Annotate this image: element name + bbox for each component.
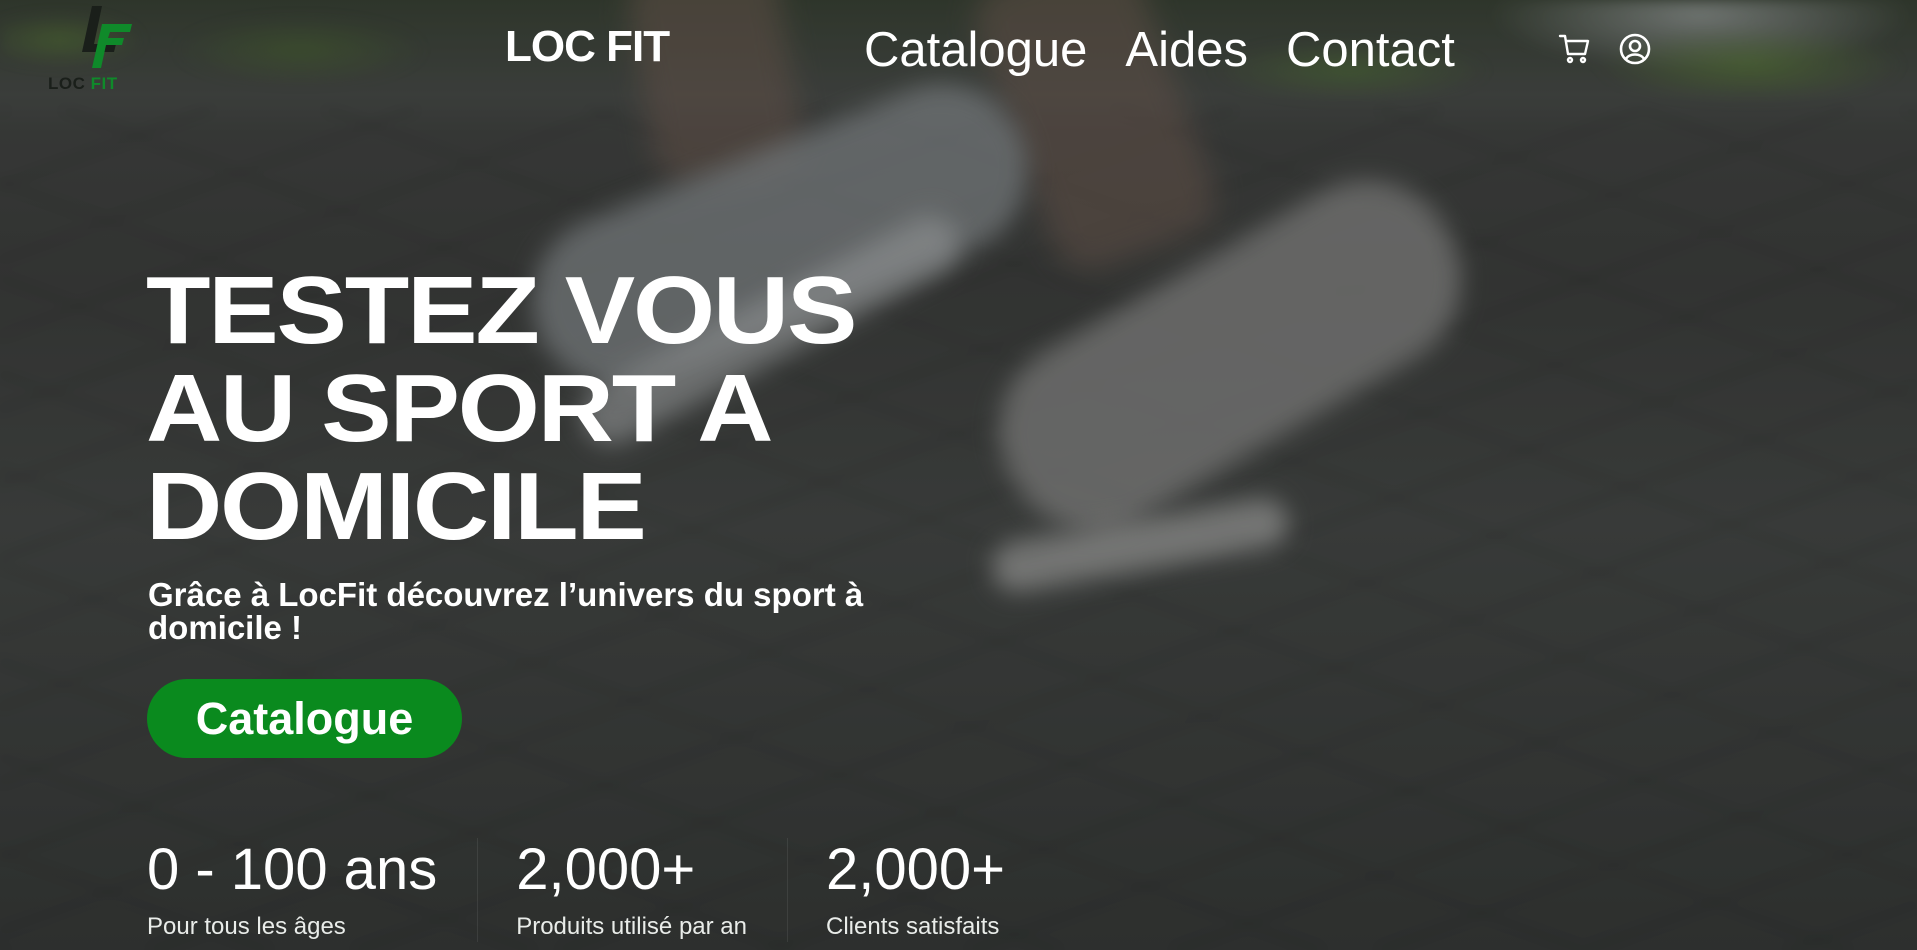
stat-item: 2,000+ Produits utilisé par an [477,838,787,942]
hero-subtitle: Grâce à LocFit découvrez l’univers du sp… [148,576,864,646]
hero-title-line: DOMICILE [146,453,647,560]
nav-link-catalogue[interactable]: Catalogue [864,20,1087,80]
stat-value: 2,000+ [516,837,696,902]
stat-value: 0 - 100 ans [147,837,438,902]
stat-value: 2,000+ [826,837,1006,902]
stat-item: 2,000+ Clients satisfaits [787,838,1045,942]
account-button[interactable] [1616,30,1654,68]
stats-row: 0 - 100 ans Pour tous les âges 2,000+ Pr… [147,838,1045,942]
user-icon [1619,33,1651,65]
stat-item: 0 - 100 ans Pour tous les âges [147,838,477,942]
stat-label: Pour tous les âges [147,913,346,940]
hero-title-line: TESTEZ VOUS [146,257,857,364]
logo-mark-icon [82,6,132,68]
main-nav: Catalogue Aides Contact [864,20,1455,80]
stat-label: Clients satisfaits [826,913,1000,940]
catalogue-button[interactable]: Catalogue [147,679,462,758]
nav-link-aides[interactable]: Aides [1125,20,1248,80]
logo-text: LOC FIT [48,74,118,93]
header-icons [1556,30,1654,68]
stat-label: Produits utilisé par an [516,913,747,940]
brand-name: LOC FIT [505,22,670,71]
cart-button[interactable] [1556,30,1594,68]
cart-icon [1558,34,1590,64]
hero-title-line: AU SPORT A [146,355,774,462]
hero-title: TESTEZ VOUS AU SPORT A DOMICILE [146,257,857,560]
logo-link[interactable]: LOC FIT [44,4,144,94]
nav-link-contact[interactable]: Contact [1286,20,1455,80]
